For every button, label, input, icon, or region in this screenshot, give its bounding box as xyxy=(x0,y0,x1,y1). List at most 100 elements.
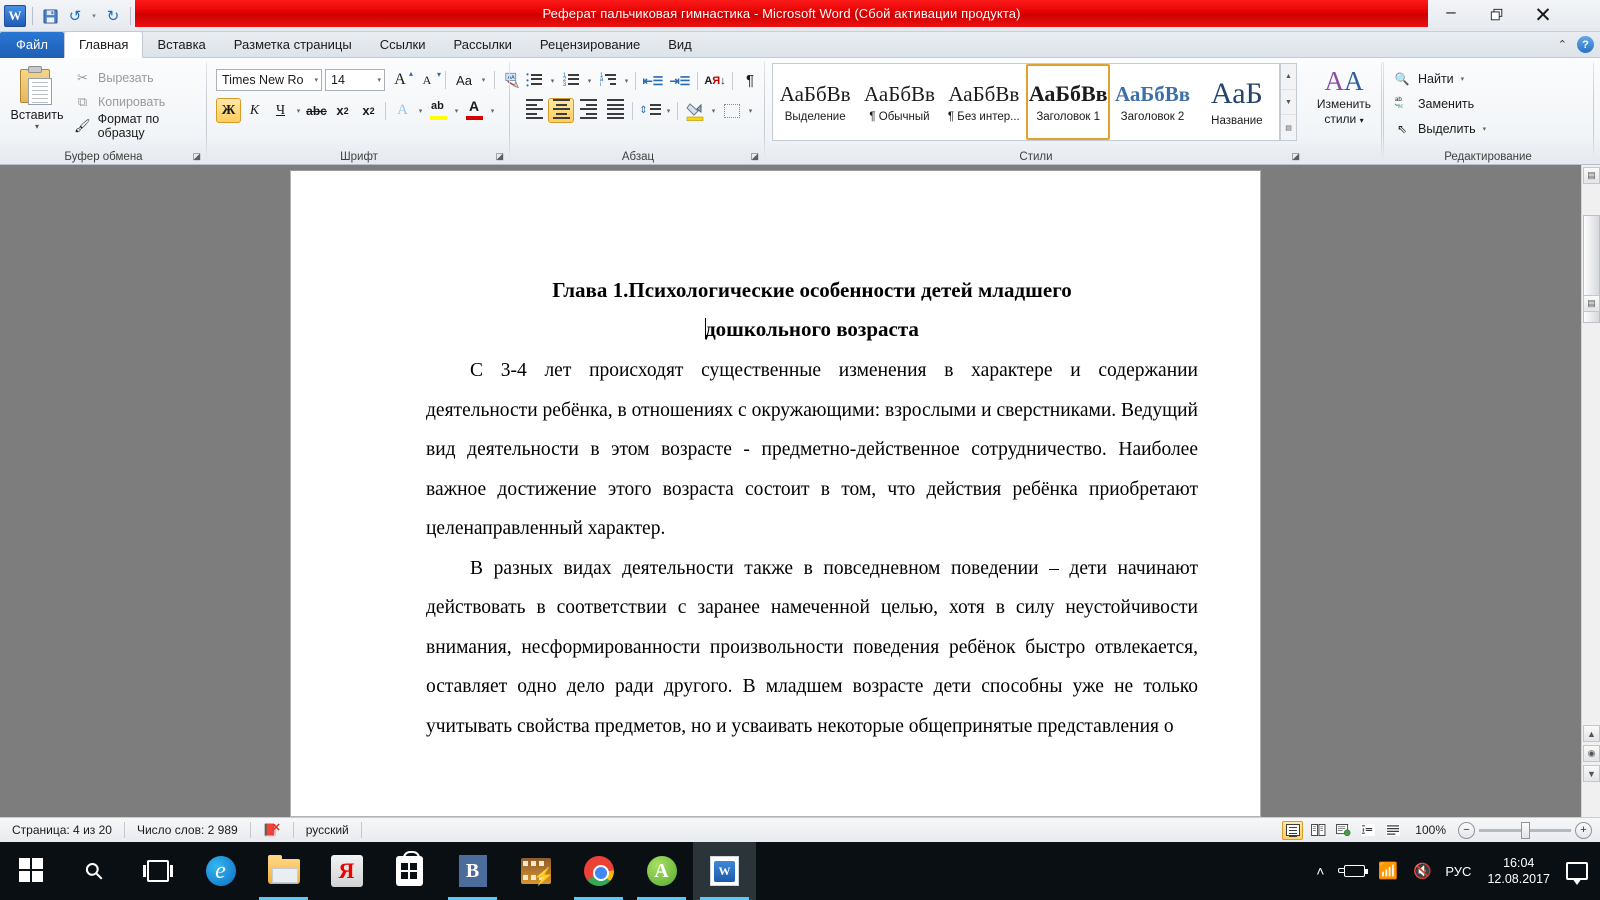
view-outline-button[interactable] xyxy=(1357,821,1378,840)
cut-button[interactable]: ✂ Вырезать xyxy=(74,66,207,90)
style-item-normal[interactable]: АаБбВв ¶ Обычный xyxy=(857,64,941,140)
multilevel-dropdown-arrow[interactable]: ▾ xyxy=(622,77,631,85)
bold-button[interactable]: Ж xyxy=(216,98,241,123)
chevron-down-icon[interactable]: ▾ xyxy=(314,76,318,84)
font-color-dropdown-arrow[interactable]: ▾ xyxy=(488,107,497,115)
view-print-layout-button[interactable] xyxy=(1282,820,1304,840)
subscript-button[interactable]: x2 xyxy=(330,98,355,123)
view-web-layout-button[interactable] xyxy=(1332,821,1353,840)
yandex-browser-button[interactable]: Я xyxy=(315,842,378,900)
next-page-button[interactable]: ▼ xyxy=(1583,765,1600,782)
align-right-button[interactable] xyxy=(575,98,601,123)
minimize-button[interactable]: – xyxy=(1428,0,1474,30)
select-button[interactable]: ⇖ Выделить ▾ xyxy=(1393,116,1486,141)
style-item-no-spacing[interactable]: АаБбВв ¶ Без интер... xyxy=(942,64,1026,140)
style-item-title[interactable]: АаБ Название xyxy=(1195,64,1279,140)
zoom-slider-track[interactable] xyxy=(1479,821,1571,839)
proofing-status[interactable]: 📕 ✕ xyxy=(251,818,293,843)
decrease-indent-button[interactable]: ⇤☰ xyxy=(640,68,666,93)
save-icon[interactable] xyxy=(39,5,61,27)
replace-button[interactable]: ab ac Заменить xyxy=(1393,91,1486,116)
action-center-button[interactable] xyxy=(1560,842,1594,900)
tab-view[interactable]: Вид xyxy=(654,32,706,58)
change-styles-button[interactable]: AA Изменить стили ▾ xyxy=(1309,66,1379,128)
paste-button[interactable]: Вставить ▾ xyxy=(8,66,66,131)
start-button[interactable] xyxy=(0,842,63,900)
styles-scroll-down-icon[interactable]: ▼ xyxy=(1281,90,1296,116)
chrome-button[interactable] xyxy=(567,842,630,900)
numbering-button[interactable]: 123 xyxy=(558,68,584,93)
change-case-arrow[interactable]: ▾ xyxy=(479,76,488,84)
clipboard-dialog-launcher[interactable]: ◪ xyxy=(192,151,201,162)
language-indicator-tray[interactable]: РУС xyxy=(1439,842,1477,900)
language-indicator[interactable]: русский xyxy=(294,818,361,843)
select-dropdown-arrow[interactable]: ▾ xyxy=(1483,125,1487,133)
word-taskbar-button[interactable]: W xyxy=(693,842,756,900)
numbering-dropdown-arrow[interactable]: ▾ xyxy=(585,77,594,85)
tab-insert[interactable]: Вставка xyxy=(143,32,219,58)
volume-muted-icon[interactable]: 🔇 xyxy=(1405,842,1439,900)
undo-dropdown-arrow[interactable]: ▾ xyxy=(89,12,99,20)
find-dropdown-arrow[interactable]: ▾ xyxy=(1461,75,1465,83)
tab-home[interactable]: Главная xyxy=(63,31,144,58)
scroll-split-handle[interactable]: ▤ xyxy=(1583,167,1600,184)
tab-mailings[interactable]: Рассылки xyxy=(440,32,526,58)
show-formatting-marks-button[interactable]: ¶ xyxy=(737,68,763,93)
text-effects-icon[interactable]: A xyxy=(390,98,415,123)
align-left-button[interactable] xyxy=(521,98,547,123)
shading-button[interactable] xyxy=(682,98,708,123)
clock[interactable]: 16:04 12.08.2017 xyxy=(1477,842,1560,900)
highlight-dropdown-arrow[interactable]: ▾ xyxy=(452,107,461,115)
styles-dialog-launcher[interactable]: ◪ xyxy=(1291,151,1300,162)
styles-more-icon[interactable]: ▤ xyxy=(1281,115,1296,140)
increase-indent-button[interactable]: ⇥☰ xyxy=(667,68,693,93)
font-name-combobox[interactable]: Times New Ro ▾ xyxy=(216,69,322,91)
view-fullscreen-reading-button[interactable] xyxy=(1307,821,1328,840)
undo-icon[interactable]: ↺ xyxy=(64,5,86,27)
show-hidden-icons-button[interactable]: ˄ xyxy=(1303,842,1337,900)
zoom-slider-thumb[interactable] xyxy=(1521,821,1530,839)
view-draft-button[interactable] xyxy=(1382,821,1403,840)
copy-button[interactable]: ⧉ Копировать xyxy=(74,90,207,114)
zoom-level-label[interactable]: 100% xyxy=(1407,823,1454,837)
close-button[interactable]: ✕ xyxy=(1520,0,1566,30)
edge-button[interactable]: e xyxy=(189,842,252,900)
text-effects-arrow[interactable]: ▾ xyxy=(416,107,425,115)
restore-button[interactable] xyxy=(1474,0,1520,30)
task-view-button[interactable] xyxy=(126,842,189,900)
style-item-emphasis[interactable]: АаБбВв Выделение xyxy=(773,64,857,140)
collapse-ribbon-icon[interactable]: ⌃ xyxy=(1558,38,1567,51)
shading-dropdown-arrow[interactable]: ▾ xyxy=(709,107,718,115)
grow-font-icon[interactable]: A ▴ xyxy=(388,68,413,92)
word-count-indicator[interactable]: Число слов: 2 989 xyxy=(125,818,250,843)
tab-file[interactable]: Файл xyxy=(0,32,64,58)
movie-maker-button[interactable]: ⚡ xyxy=(504,842,567,900)
avast-button[interactable]: A xyxy=(630,842,693,900)
change-styles-arrow[interactable]: ▾ xyxy=(1360,116,1364,125)
style-item-heading-2[interactable]: АаБбВв Заголовок 2 xyxy=(1110,64,1194,140)
format-painter-button[interactable]: 🖌 Формат по образцу xyxy=(74,112,207,140)
font-dialog-launcher[interactable]: ◪ xyxy=(495,151,504,162)
styles-gallery-scroll[interactable]: ▲ ▼ ▤ xyxy=(1280,63,1297,141)
align-center-button[interactable] xyxy=(548,98,574,123)
chevron-down-icon[interactable]: ▾ xyxy=(377,76,381,84)
font-size-combobox[interactable]: 14 ▾ xyxy=(325,69,385,91)
line-spacing-button[interactable]: ⇕ xyxy=(637,98,663,123)
borders-dropdown-arrow[interactable]: ▾ xyxy=(746,107,755,115)
bullets-button[interactable]: • • • xyxy=(521,68,547,93)
underline-dropdown-arrow[interactable]: ▾ xyxy=(294,107,303,115)
page-indicator[interactable]: Страница: 4 из 20 xyxy=(0,818,124,843)
text-highlight-color-button[interactable]: ab xyxy=(426,98,451,123)
search-button[interactable]: ⚲ xyxy=(63,842,126,900)
underline-button[interactable]: Ч xyxy=(268,98,293,123)
help-icon[interactable]: ? xyxy=(1577,36,1594,53)
battery-icon[interactable] xyxy=(1337,842,1371,900)
borders-button[interactable] xyxy=(719,98,745,123)
styles-scroll-up-icon[interactable]: ▲ xyxy=(1281,64,1296,90)
line-spacing-dropdown-arrow[interactable]: ▾ xyxy=(664,107,673,115)
select-browse-object-button[interactable]: ◉ xyxy=(1583,745,1600,762)
sort-button[interactable]: АЯ↓ xyxy=(702,68,728,93)
change-case-icon[interactable]: Aa xyxy=(452,68,476,92)
find-button[interactable]: 🔍 Найти ▾ xyxy=(1393,66,1486,91)
zoom-out-button[interactable]: − xyxy=(1458,821,1475,839)
